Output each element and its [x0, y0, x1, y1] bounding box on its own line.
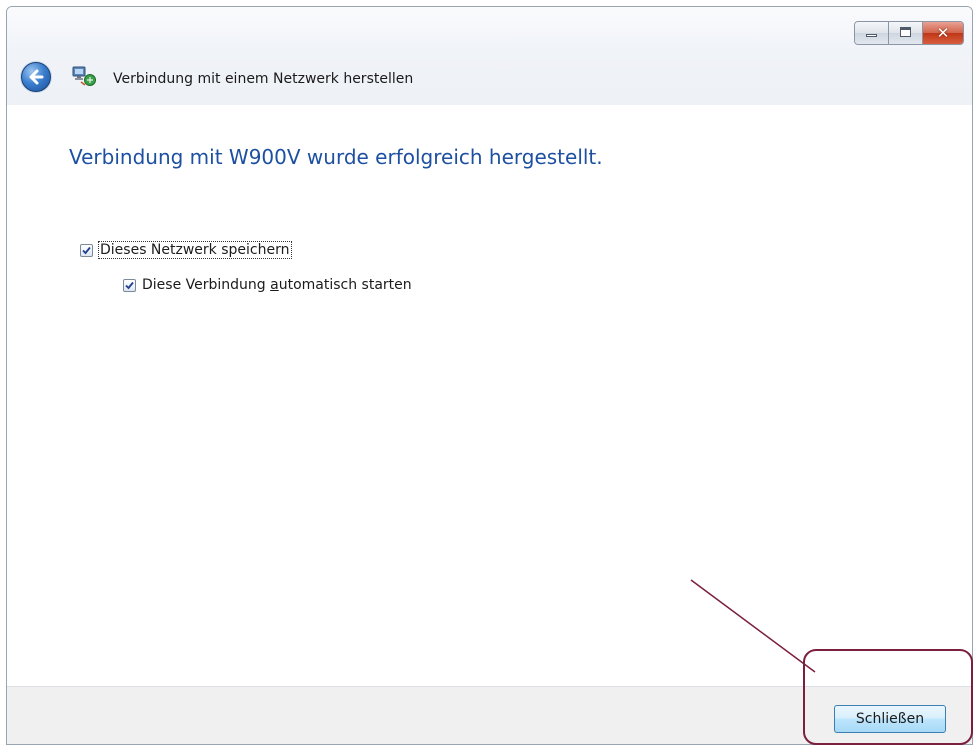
auto-start-option[interactable]: Diese Verbindung automatisch starten [123, 277, 412, 293]
wizard-window: ✕ Verbindung mit einem Netzwerk herstell… [6, 6, 973, 745]
minimize-button[interactable] [855, 22, 889, 44]
maximize-icon [900, 27, 911, 37]
checkmark-icon [82, 246, 91, 254]
footer-bar: Schließen [7, 686, 972, 744]
success-heading: Verbindung mit W900V wurde erfolgreich h… [69, 145, 603, 169]
save-network-option[interactable]: Dieses Netzwerk speichern [80, 241, 292, 259]
checkmark-icon [125, 281, 134, 289]
auto-start-checkbox[interactable] [123, 278, 136, 292]
caption-buttons: ✕ [854, 21, 964, 45]
back-arrow-icon [29, 69, 44, 85]
maximize-button[interactable] [889, 22, 923, 44]
auto-start-label-part2: utomatisch starten [278, 277, 412, 293]
save-network-checkbox[interactable] [80, 243, 93, 257]
auto-start-label-part1: Diese Verbindung [142, 277, 271, 293]
close-icon: ✕ [936, 24, 950, 42]
close-dialog-button[interactable]: Schließen [834, 705, 946, 733]
auto-start-label: Diese Verbindung automatisch starten [142, 277, 412, 293]
save-network-label: Dieses Netzwerk speichern [98, 241, 292, 259]
content-area: Verbindung mit W900V wurde erfolgreich h… [7, 105, 972, 687]
auto-start-accesskey: a [270, 277, 279, 293]
title-bar: ✕ Verbindung mit einem Netzwerk herstell… [7, 7, 972, 106]
minimize-icon [866, 34, 877, 37]
back-button[interactable] [21, 62, 51, 92]
network-connection-icon [72, 66, 96, 86]
window-title: Verbindung mit einem Netzwerk herstellen [113, 71, 414, 87]
close-window-button[interactable]: ✕ [923, 22, 963, 44]
